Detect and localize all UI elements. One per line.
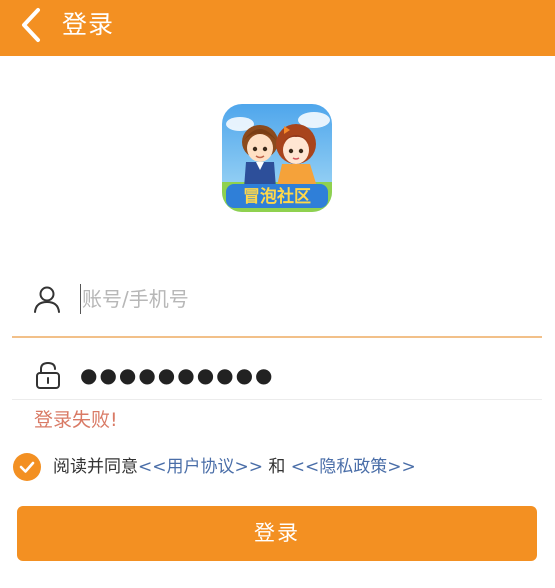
chevron-left-icon xyxy=(22,8,40,42)
user-agreement-link[interactable]: <<用户协议>> xyxy=(138,457,263,477)
account-underline xyxy=(12,336,542,338)
user-icon xyxy=(34,286,60,313)
error-message: 登录失败! xyxy=(34,409,118,431)
agreement-joiner: 和 xyxy=(262,457,291,477)
svg-text:冒泡社区: 冒泡社区 xyxy=(243,186,311,207)
back-button[interactable] xyxy=(14,6,54,46)
password-underline xyxy=(12,399,542,400)
app-logo: 冒泡社区 xyxy=(222,104,332,212)
agreement-text: 阅读并同意<<用户协议>> 和 <<隐私政策>> xyxy=(53,454,416,480)
password-input[interactable]: ●●●●●●●●●● xyxy=(80,360,275,390)
account-input[interactable] xyxy=(78,282,518,316)
login-button[interactable]: 登录 xyxy=(17,506,537,561)
privacy-policy-link[interactable]: <<隐私政策>> xyxy=(291,457,416,477)
agreement-checkbox[interactable] xyxy=(13,453,41,481)
checkmark-icon xyxy=(19,461,35,473)
page-title: 登录 xyxy=(62,10,115,39)
text-caret xyxy=(80,284,81,314)
agreement-prefix: 阅读并同意 xyxy=(53,457,138,477)
header-bar: 登录 xyxy=(0,0,555,56)
lock-icon xyxy=(36,361,60,389)
app-logo-icon: 冒泡社区 xyxy=(222,104,332,212)
